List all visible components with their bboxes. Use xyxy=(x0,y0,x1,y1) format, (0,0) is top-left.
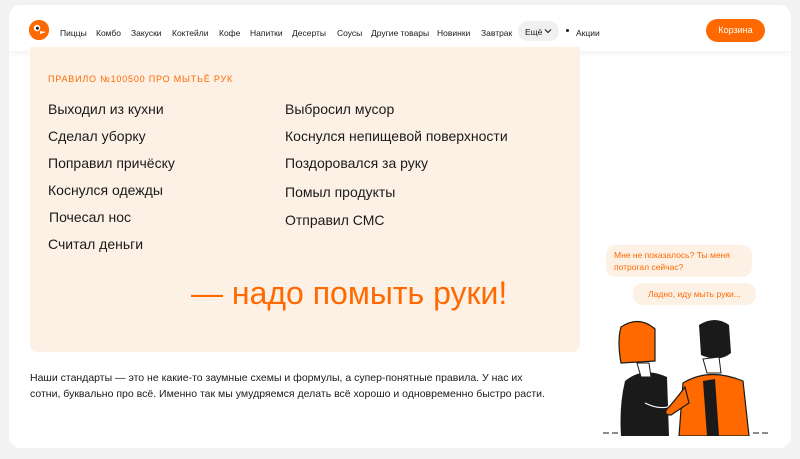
nav-item-drinks[interactable]: Напитки xyxy=(250,28,283,38)
rule-title: ПРАВИЛО №100500 ПРО МЫТЬЁ РУК xyxy=(48,74,234,84)
rule-item: Коснулся одежды xyxy=(48,182,163,198)
wash-hands-slogan: — надо помыть руки! xyxy=(191,275,508,311)
handwashing-rule-card: ПРАВИЛО №100500 ПРО МЫТЬЁ РУК Выходил из… xyxy=(30,47,580,352)
rule-item: Выбросил мусор xyxy=(285,101,395,117)
nav-item-coffee[interactable]: Кофе xyxy=(219,28,240,38)
rule-item: Отправил СМС xyxy=(285,212,385,228)
nav-item-pizza[interactable]: Пиццы xyxy=(60,28,87,38)
speech-bubble-answer: Ладно, иду мыть руки... xyxy=(633,283,756,305)
rule-item: Коснулся непищевой поверхности xyxy=(285,128,508,144)
standards-description: Наши стандарты — это не какие-то заумные… xyxy=(30,372,545,400)
rule-item: Помыл продукты xyxy=(285,184,396,200)
speech-bubble-question: Мне не показалось? Ты меня потрогал сейч… xyxy=(606,245,752,277)
page: Пиццы Комбо Закуски Коктейли Кофе Напитк… xyxy=(9,5,791,448)
top-navigation-bar: Пиццы Комбо Закуски Коктейли Кофе Напитк… xyxy=(9,5,791,51)
more-menu-label: Ещё xyxy=(525,27,543,37)
rule-item: Почесал нос xyxy=(49,209,131,225)
rule-item: Сделал уборку xyxy=(48,128,146,144)
nav-item-sauces[interactable]: Соусы xyxy=(337,28,362,38)
rule-item: Считал деньги xyxy=(48,236,144,252)
nav-item-other-goods[interactable]: Другие товары xyxy=(371,28,429,38)
nav-item-cocktails[interactable]: Коктейли xyxy=(172,28,208,38)
rule-item: Выходил из кухни xyxy=(48,101,164,117)
nav-item-snacks[interactable]: Закуски xyxy=(131,28,162,38)
nav-item-breakfast[interactable]: Завтрак xyxy=(481,28,512,38)
nav-item-combo[interactable]: Комбо xyxy=(96,28,121,38)
rule-item: Поздоровался за руку xyxy=(285,155,429,171)
chevron-down-icon xyxy=(544,29,552,34)
nav-item-promo[interactable]: Акции xyxy=(576,28,600,38)
nav-item-new[interactable]: Новинки xyxy=(437,28,470,38)
nav-item-desserts[interactable]: Десерты xyxy=(292,28,326,38)
people-illustration xyxy=(603,320,768,436)
rule-item: Поправил причёску xyxy=(48,155,175,171)
more-menu-button[interactable]: Ещё xyxy=(518,21,559,41)
bullet-icon xyxy=(566,29,569,32)
cart-button[interactable]: Корзина xyxy=(706,19,765,42)
dodo-logo-icon[interactable] xyxy=(29,20,49,40)
